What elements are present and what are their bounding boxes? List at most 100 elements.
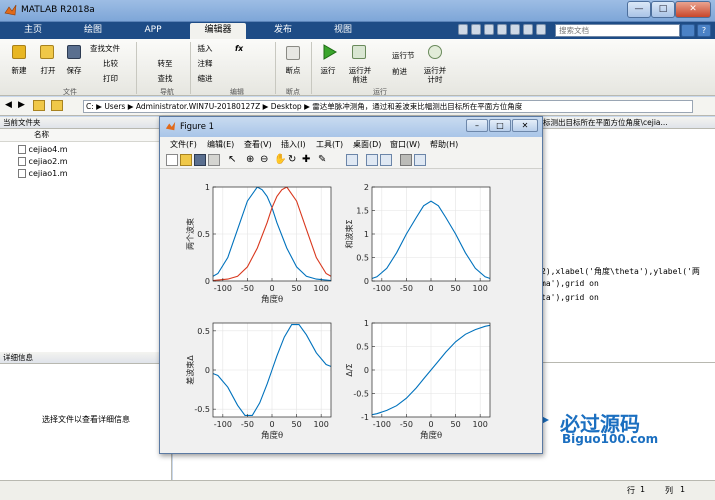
path-segment[interactable]: C: — [86, 102, 94, 111]
tab-publish[interactable]: 发布 — [258, 23, 308, 39]
figure-window[interactable]: Figure 1 – □ ✕ 文件(F) 编辑(E) 查看(V) 插入(I) 工… — [159, 116, 543, 454]
rotate-icon[interactable]: ↻ — [288, 154, 300, 166]
minimize-button[interactable]: — — [627, 1, 651, 18]
find-files-button[interactable]: 查找文件 — [90, 44, 134, 53]
back-icon[interactable]: ◀ — [5, 100, 12, 110]
colorbar-icon[interactable] — [366, 154, 378, 166]
tab-apps[interactable]: APP — [130, 23, 176, 39]
run-button[interactable]: 运行 — [315, 66, 341, 75]
figure-minimize-button[interactable]: – — [466, 119, 488, 132]
path-segment[interactable]: Users — [104, 102, 125, 111]
forward-icon[interactable]: ▶ — [18, 100, 25, 110]
menu-insert[interactable]: 插入(I) — [281, 139, 306, 150]
code-line[interactable]: ta'),grid on — [541, 293, 599, 302]
x-tick-label: 100 — [314, 284, 329, 293]
fx-icon[interactable]: fx — [232, 44, 246, 53]
tab-editor[interactable]: 编辑器 — [190, 23, 246, 39]
redo-icon[interactable] — [523, 24, 533, 35]
save-figure-icon[interactable] — [194, 154, 206, 166]
list-item[interactable]: cejiao1.m — [18, 169, 68, 178]
divider — [311, 42, 312, 94]
folder-up-icon[interactable] — [33, 100, 45, 111]
group-label-breakpoints: 断点 — [286, 88, 300, 96]
m-file-icon — [18, 157, 26, 166]
pan-icon[interactable]: ✋ — [274, 154, 286, 166]
find-button[interactable]: 查找 — [145, 74, 185, 83]
tab-plots[interactable]: 绘图 — [70, 23, 116, 39]
advance-button[interactable]: 前进 — [392, 67, 422, 76]
breakpoints-button[interactable]: 断点 — [280, 66, 306, 75]
cut-icon[interactable] — [471, 24, 481, 35]
x-tick-label: -100 — [373, 420, 391, 429]
menu-view[interactable]: 查看(V) — [244, 139, 272, 150]
show-plot-tools-icon[interactable] — [414, 154, 426, 166]
data-cursor-icon[interactable]: ✚ — [302, 154, 314, 166]
x-tick-label: -50 — [400, 284, 413, 293]
print-figure-icon[interactable] — [208, 154, 220, 166]
save-icon[interactable] — [458, 24, 468, 35]
address-bar[interactable]: C: ▶ Users ▶ Administrator.WIN7U-2018012… — [83, 100, 693, 113]
insert-button[interactable]: 插入 — [193, 44, 217, 53]
path-segment[interactable]: Administrator.WIN7U-20180127Z — [136, 102, 260, 111]
path-segment[interactable]: Desktop — [271, 102, 302, 111]
menu-file[interactable]: 文件(F) — [170, 139, 197, 150]
search-icon[interactable] — [681, 24, 695, 37]
code-line[interactable]: ma'),grid on — [541, 279, 599, 288]
column-header-name[interactable]: 名称 — [34, 130, 49, 139]
browse-folder-icon[interactable] — [51, 100, 63, 111]
x-tick-label: -100 — [214, 420, 232, 429]
figure-close-button[interactable]: ✕ — [512, 119, 538, 132]
new-figure-icon[interactable] — [166, 154, 178, 166]
group-label-run: 运行 — [373, 88, 387, 96]
tab-home[interactable]: 主页 — [10, 23, 56, 39]
paste-icon[interactable] — [497, 24, 507, 35]
divider — [190, 42, 191, 94]
close-button[interactable]: ✕ — [675, 1, 711, 18]
hide-plot-tools-icon[interactable] — [400, 154, 412, 166]
undo-icon[interactable] — [510, 24, 520, 35]
menu-edit[interactable]: 编辑(E) — [207, 139, 234, 150]
open-file-icon[interactable] — [180, 154, 192, 166]
file-name: cejiao2.m — [28, 157, 68, 166]
menu-help[interactable]: 帮助(H) — [430, 139, 458, 150]
figure-maximize-button[interactable]: □ — [489, 119, 511, 132]
save-button[interactable]: 保存 — [60, 66, 88, 75]
run-and-advance-icon — [352, 45, 366, 59]
run-and-time-button[interactable]: 运行并 计时 — [420, 66, 450, 84]
search-documentation-input[interactable]: 搜索文档 — [555, 24, 680, 37]
details-panel: 详细信息 选择文件以查看详细信息 — [0, 352, 172, 480]
col-label: 列 — [665, 486, 673, 495]
x-tick-label: 0 — [428, 420, 433, 429]
copy-icon[interactable] — [484, 24, 494, 35]
compare-button[interactable]: 比较 — [103, 59, 127, 68]
code-line[interactable]: 2),xlabel('角度\theta'),ylabel('两 — [541, 266, 700, 277]
switch-windows-icon[interactable] — [536, 24, 546, 35]
pointer-icon[interactable]: ↖ — [228, 154, 240, 166]
goto-button[interactable]: 转至 — [145, 59, 185, 68]
menu-tools[interactable]: 工具(T) — [316, 139, 343, 150]
link-plot-icon[interactable] — [346, 154, 358, 166]
run-and-advance-button[interactable]: 运行并 前进 — [344, 66, 376, 84]
matlab-logo-icon — [4, 4, 17, 16]
help-button[interactable]: ? — [697, 24, 711, 37]
path-segment[interactable]: 雷达单脉冲测角，通过和差波束比幅测出目标所在平面方位角度 — [312, 102, 522, 111]
list-item[interactable]: cejiao4.m — [18, 145, 68, 154]
zoom-in-icon[interactable]: ⊕ — [246, 154, 258, 166]
zoom-out-icon[interactable]: ⊖ — [260, 154, 272, 166]
maximize-button[interactable]: □ — [651, 1, 675, 18]
menu-desktop[interactable]: 桌面(D) — [353, 139, 381, 150]
y-tick-label: 0 — [364, 366, 369, 375]
print-button[interactable]: 打印 — [103, 74, 127, 83]
figure-canvas[interactable]: -100 -50 0 50 100 0 0.5 1 角度θ 两个波束 -100 -50 0 50 100 0 0… — [160, 170, 542, 453]
menu-window[interactable]: 窗口(W) — [390, 139, 420, 150]
indent-button[interactable]: 缩进 — [193, 74, 217, 83]
group-label-navigate: 导航 — [160, 88, 174, 96]
list-item[interactable]: cejiao2.m — [18, 157, 68, 166]
run-section-button[interactable]: 运行节 — [392, 51, 422, 60]
brush-icon[interactable]: ✎ — [318, 154, 330, 166]
comment-button[interactable]: 注释 — [193, 59, 217, 68]
tab-view[interactable]: 视图 — [318, 23, 368, 39]
open-button[interactable]: 打开 — [33, 66, 63, 75]
new-button[interactable]: 新建 — [4, 66, 34, 75]
legend-icon[interactable] — [380, 154, 392, 166]
